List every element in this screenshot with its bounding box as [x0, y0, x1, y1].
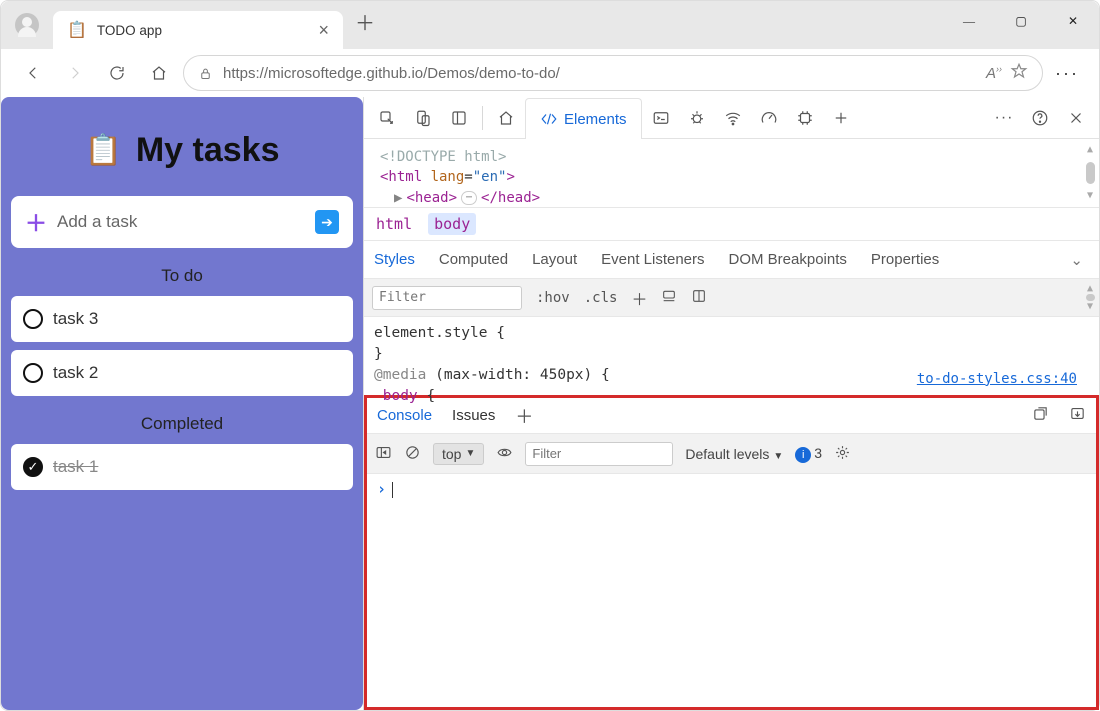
site-lock-icon[interactable]: [198, 66, 213, 81]
stylesheet-link[interactable]: to-do-styles.css:40: [917, 369, 1077, 389]
styles-pane[interactable]: element.style { } @media (max-width: 450…: [364, 317, 1099, 395]
clipboard-icon: 📋: [67, 20, 87, 40]
live-expression-icon[interactable]: [496, 444, 513, 464]
breadcrumb-item[interactable]: body: [428, 213, 476, 235]
grid-icon[interactable]: [691, 288, 707, 308]
dom-tree[interactable]: <!DOCTYPE html> <html lang="en"> ▶<head>…: [364, 139, 1099, 207]
computed-tab[interactable]: Computed: [439, 251, 508, 268]
console-tab[interactable]: Console: [377, 407, 432, 424]
more-menu-button[interactable]: ···: [1049, 55, 1085, 91]
console-settings-icon[interactable]: [834, 444, 851, 464]
clipboard-icon: 📋: [85, 133, 122, 168]
console-toolbar: top ▼ Default levels ▼ i3: [367, 434, 1096, 474]
debugger-icon[interactable]: [680, 102, 714, 134]
dom-breakpoints-tab[interactable]: DOM Breakpoints: [729, 251, 847, 268]
checkbox-icon[interactable]: [23, 363, 43, 383]
forward-button[interactable]: [57, 55, 93, 91]
inspect-element-icon[interactable]: [370, 102, 404, 134]
devtools-toolbar: Elements ···: [364, 97, 1099, 139]
task-item[interactable]: ✓ task 1: [11, 444, 353, 490]
task-label: task 2: [53, 363, 98, 383]
checkbox-icon[interactable]: [23, 309, 43, 329]
performance-icon[interactable]: [752, 102, 786, 134]
home-button[interactable]: [141, 55, 177, 91]
properties-tab[interactable]: Properties: [871, 251, 939, 268]
browser-tab[interactable]: 📋 TODO app ×: [53, 11, 343, 49]
window-controls: — ▢ ✕: [943, 1, 1099, 41]
tab-title: TODO app: [97, 23, 309, 38]
help-icon[interactable]: [1023, 102, 1057, 134]
more-tabs-icon[interactable]: [824, 102, 858, 134]
checkbox-checked-icon[interactable]: ✓: [23, 457, 43, 477]
refresh-button[interactable]: [99, 55, 135, 91]
close-tab-icon[interactable]: ×: [318, 20, 329, 41]
issues-badge[interactable]: i3: [795, 445, 822, 463]
layout-tab[interactable]: Layout: [532, 251, 577, 268]
console-output[interactable]: ›: [367, 474, 1096, 707]
console-filter-input[interactable]: [525, 442, 673, 466]
network-icon[interactable]: [716, 102, 750, 134]
maximize-button[interactable]: ▢: [995, 1, 1047, 41]
dom-breadcrumbs[interactable]: html body: [364, 207, 1099, 241]
todo-app: 📋My tasks ＋ Add a task ➔ To do task 3 ta…: [1, 97, 363, 710]
breadcrumb-item[interactable]: html: [376, 215, 412, 233]
address-bar[interactable]: https://microsoftedge.github.io/Demos/de…: [183, 55, 1043, 91]
styles-filter-input[interactable]: [372, 286, 522, 310]
close-devtools-icon[interactable]: [1059, 102, 1093, 134]
chevron-down-icon[interactable]: ⌄: [1070, 251, 1089, 269]
more-options-icon[interactable]: ···: [987, 102, 1021, 134]
sidebar-toggle-icon[interactable]: [375, 444, 392, 464]
add-task-placeholder: Add a task: [57, 212, 305, 232]
plus-icon: ＋: [25, 206, 47, 238]
log-level-selector[interactable]: Default levels ▼: [685, 446, 783, 462]
task-item[interactable]: task 3: [11, 296, 353, 342]
drawer-collapse-icon[interactable]: [1069, 405, 1086, 426]
browser-toolbar: https://microsoftedge.github.io/Demos/de…: [1, 49, 1099, 97]
device-toggle-icon[interactable]: [406, 102, 440, 134]
app-title: 📋My tasks: [11, 131, 353, 170]
styles-tab[interactable]: Styles: [374, 251, 415, 268]
prompt-icon: ›: [377, 480, 386, 498]
task-label: task 1: [53, 457, 98, 477]
memory-icon[interactable]: [788, 102, 822, 134]
section-completed-header: Completed: [11, 414, 353, 434]
submit-task-button[interactable]: ➔: [315, 210, 339, 234]
styles-tabbar: Styles Computed Layout Event Listeners D…: [364, 241, 1099, 279]
hov-toggle[interactable]: :hov: [536, 290, 570, 306]
drawer-popout-icon[interactable]: [1032, 405, 1049, 426]
back-button[interactable]: [15, 55, 51, 91]
clear-console-icon[interactable]: [404, 444, 421, 464]
elements-tab[interactable]: Elements: [525, 98, 642, 140]
add-task-input[interactable]: ＋ Add a task ➔: [11, 196, 353, 248]
new-style-rule-icon[interactable]: ＋: [631, 286, 647, 310]
section-todo-header: To do: [11, 266, 353, 286]
minimize-button[interactable]: —: [943, 1, 995, 41]
profile-avatar-icon[interactable]: [15, 13, 39, 37]
welcome-tab-icon[interactable]: [489, 102, 523, 134]
styles-toolbar: :hov .cls ＋ ▲▼: [364, 279, 1099, 317]
task-label: task 3: [53, 309, 98, 329]
cursor: [392, 482, 393, 498]
favorite-icon[interactable]: [1010, 62, 1028, 84]
console-drawer: Console Issues ＋ top ▼ Default levels ▼ …: [364, 395, 1099, 710]
cls-toggle[interactable]: .cls: [584, 290, 618, 306]
dock-side-icon[interactable]: [442, 102, 476, 134]
context-selector[interactable]: top ▼: [433, 443, 484, 465]
event-listeners-tab[interactable]: Event Listeners: [601, 251, 704, 268]
issues-tab[interactable]: Issues: [452, 407, 495, 424]
flexbox-icon[interactable]: [661, 288, 677, 308]
url-text: https://microsoftedge.github.io/Demos/de…: [223, 65, 976, 82]
window-titlebar: 📋 TODO app × ＋ — ▢ ✕: [1, 1, 1099, 49]
close-window-button[interactable]: ✕: [1047, 1, 1099, 41]
read-aloud-icon[interactable]: A››: [986, 65, 996, 82]
console-drawer-icon[interactable]: [644, 102, 678, 134]
new-tab-button[interactable]: ＋: [355, 7, 375, 36]
devtools-panel: Elements ··· <!DOCTYPE html> <html lang=…: [363, 97, 1099, 710]
task-item[interactable]: task 2: [11, 350, 353, 396]
